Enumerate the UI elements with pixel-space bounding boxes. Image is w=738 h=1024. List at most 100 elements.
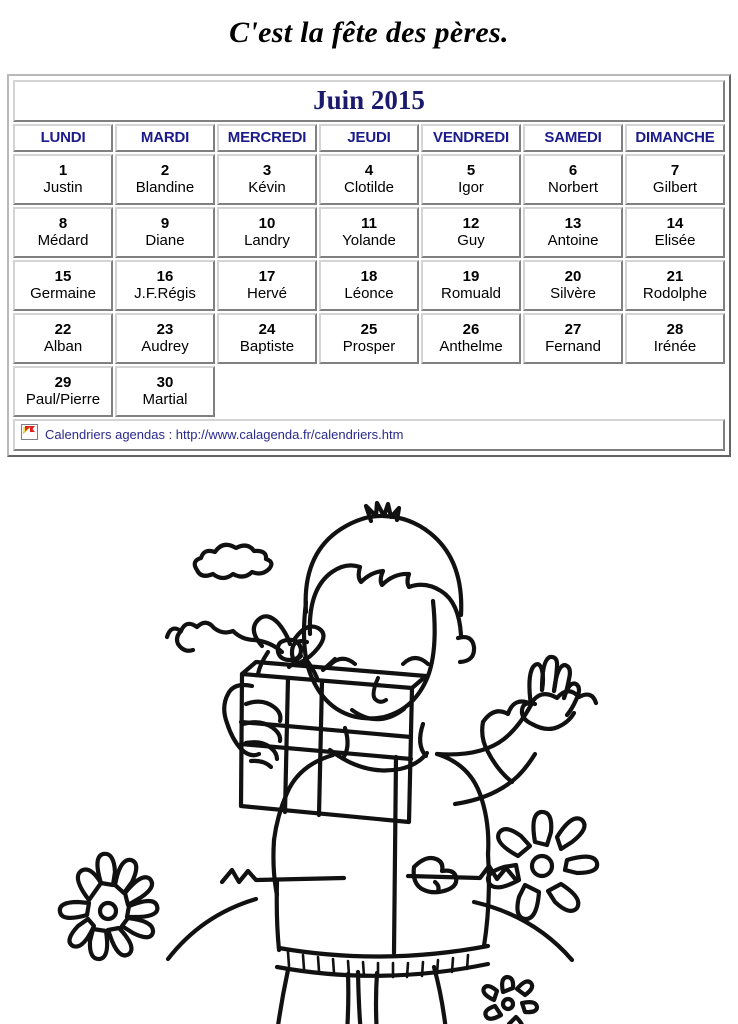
day-saint-name: Alban: [43, 338, 83, 356]
day-saint-name: Baptiste: [239, 338, 295, 356]
calendar-week-row: 15 Germaine 16 J.F.Régis 17 Hervé 18 Léo…: [13, 260, 725, 312]
day-number: 3: [262, 161, 272, 179]
day-saint-name: Yolande: [342, 232, 396, 250]
day-cell[interactable]: 17 Hervé: [217, 260, 317, 312]
day-saint-name: Hervé: [246, 285, 287, 303]
calendar-header-row: LUNDI MARDI MERCREDI JEUDI VENDREDI SAME…: [13, 124, 725, 153]
illustration-boy-with-gift: [0, 452, 738, 1024]
day-saint-name: Elisée: [654, 232, 696, 250]
day-number: 8: [58, 214, 68, 232]
day-number: 12: [462, 214, 480, 232]
day-number: 1: [58, 161, 68, 179]
day-cell[interactable]: 22 Alban: [13, 313, 113, 365]
day-saint-name: Gilbert: [652, 179, 698, 197]
day-saint-name: Romuald: [440, 285, 502, 303]
day-cell[interactable]: 4 Clotilde: [319, 154, 419, 206]
day-cell[interactable]: 5 Igor: [421, 154, 521, 206]
day-saint-name: Antoine: [547, 232, 599, 250]
day-cell[interactable]: 11 Yolande: [319, 207, 419, 259]
month-title-cell: Juin 2015: [13, 80, 725, 123]
day-header-label: LUNDI: [40, 129, 86, 147]
day-cell[interactable]: 21 Rodolphe: [625, 260, 725, 312]
bush-right-icon: [480, 689, 599, 785]
day-saint-name: Igor: [458, 179, 484, 197]
day-cell[interactable]: 1 Justin: [13, 154, 113, 206]
day-header-label: JEUDI: [347, 129, 391, 147]
day-number: 7: [670, 161, 680, 179]
day-cell[interactable]: 15 Germaine: [13, 260, 113, 312]
day-saint-name: Clotilde: [343, 179, 395, 197]
day-cell[interactable]: 8 Médard: [13, 207, 113, 259]
day-cell[interactable]: 6 Norbert: [523, 154, 623, 206]
day-cell[interactable]: 19 Romuald: [421, 260, 521, 312]
day-header-label: MERCREDI: [227, 129, 307, 147]
day-cell[interactable]: 30 Martial: [115, 366, 215, 418]
day-saint-name: Martial: [142, 391, 188, 409]
day-cell[interactable]: 26 Anthelme: [421, 313, 521, 365]
day-number: 11: [361, 214, 377, 232]
day-header-label: DIMANCHE: [635, 129, 715, 147]
day-cell-empty: [421, 366, 521, 417]
calendar-container: Juin 2015 LUNDI MARDI MERCREDI JEUDI VEN…: [7, 74, 731, 458]
calendar-footer-link[interactable]: Calendriers agendas : http://www.calagen…: [45, 427, 403, 442]
day-saint-name: Paul/Pierre: [25, 391, 101, 409]
day-header-label: MARDI: [140, 129, 190, 147]
day-cell-empty: [319, 366, 419, 417]
boy-holding-hand: [222, 682, 283, 770]
day-header-samedi: SAMEDI: [523, 124, 623, 153]
day-cell[interactable]: 29 Paul/Pierre: [13, 366, 113, 418]
flower-tiny-right: [481, 974, 540, 1024]
day-saint-name: Prosper: [342, 338, 396, 356]
boy-jacket: [271, 751, 491, 979]
day-number: 9: [160, 214, 170, 232]
day-cell[interactable]: 9 Diane: [115, 207, 215, 259]
calendar-week-row: 22 Alban 23 Audrey 24 Baptiste 25 Prospe…: [13, 313, 725, 365]
day-cell[interactable]: 20 Silvère: [523, 260, 623, 312]
day-cell[interactable]: 14 Elisée: [625, 207, 725, 259]
day-cell[interactable]: 13 Antoine: [523, 207, 623, 259]
day-cell[interactable]: 7 Gilbert: [625, 154, 725, 206]
day-number: 24: [258, 320, 276, 338]
day-cell[interactable]: 28 Irénée: [625, 313, 725, 365]
day-number: 19: [462, 267, 480, 285]
day-cell-empty: [625, 366, 725, 417]
day-number: 16: [156, 267, 174, 285]
day-cell[interactable]: 23 Audrey: [115, 313, 215, 365]
day-saint-name: Médard: [37, 232, 89, 250]
day-saint-name: Rodolphe: [642, 285, 708, 303]
day-number: 5: [466, 161, 476, 179]
calendar-week-row: 1 Justin 2 Blandine 3 Kévin 4 Clotilde 5: [13, 154, 725, 206]
day-number: 27: [564, 320, 582, 338]
day-cell[interactable]: 12 Guy: [421, 207, 521, 259]
day-header-label: SAMEDI: [544, 129, 602, 147]
day-cell[interactable]: 10 Landry: [217, 207, 317, 259]
day-saint-name: Blandine: [135, 179, 195, 197]
day-saint-name: Germaine: [30, 285, 96, 303]
day-number: 18: [360, 267, 378, 285]
day-saint-name: Landry: [244, 232, 290, 250]
day-saint-name: Diane: [145, 232, 185, 250]
day-cell[interactable]: 16 J.F.Régis: [115, 260, 215, 312]
day-cell-empty: [523, 366, 623, 417]
day-number: 2: [160, 161, 170, 179]
day-number: 13: [564, 214, 582, 232]
day-cell-empty: [217, 366, 317, 417]
calendar-week-row: 8 Médard 9 Diane 10 Landry 11 Yolande 12: [13, 207, 725, 259]
day-cell[interactable]: 27 Fernand: [523, 313, 623, 365]
day-number: 10: [258, 214, 276, 232]
boy-waving-arm: [434, 654, 582, 807]
flower-daisy-right: [485, 809, 600, 922]
day-cell[interactable]: 25 Prosper: [319, 313, 419, 365]
calendar-month-row: Juin 2015: [13, 80, 725, 123]
day-cell[interactable]: 2 Blandine: [115, 154, 215, 206]
flower-daisy-left: [57, 851, 160, 962]
day-saint-name: Léonce: [344, 285, 394, 303]
day-cell[interactable]: 3 Kévin: [217, 154, 317, 206]
day-header-jeudi: JEUDI: [319, 124, 419, 153]
page-title: C'est la fête des pères.: [229, 16, 509, 49]
day-number: 28: [666, 320, 684, 338]
day-number: 6: [568, 161, 578, 179]
day-cell[interactable]: 24 Baptiste: [217, 313, 317, 365]
day-number: 21: [666, 267, 684, 285]
day-cell[interactable]: 18 Léonce: [319, 260, 419, 312]
